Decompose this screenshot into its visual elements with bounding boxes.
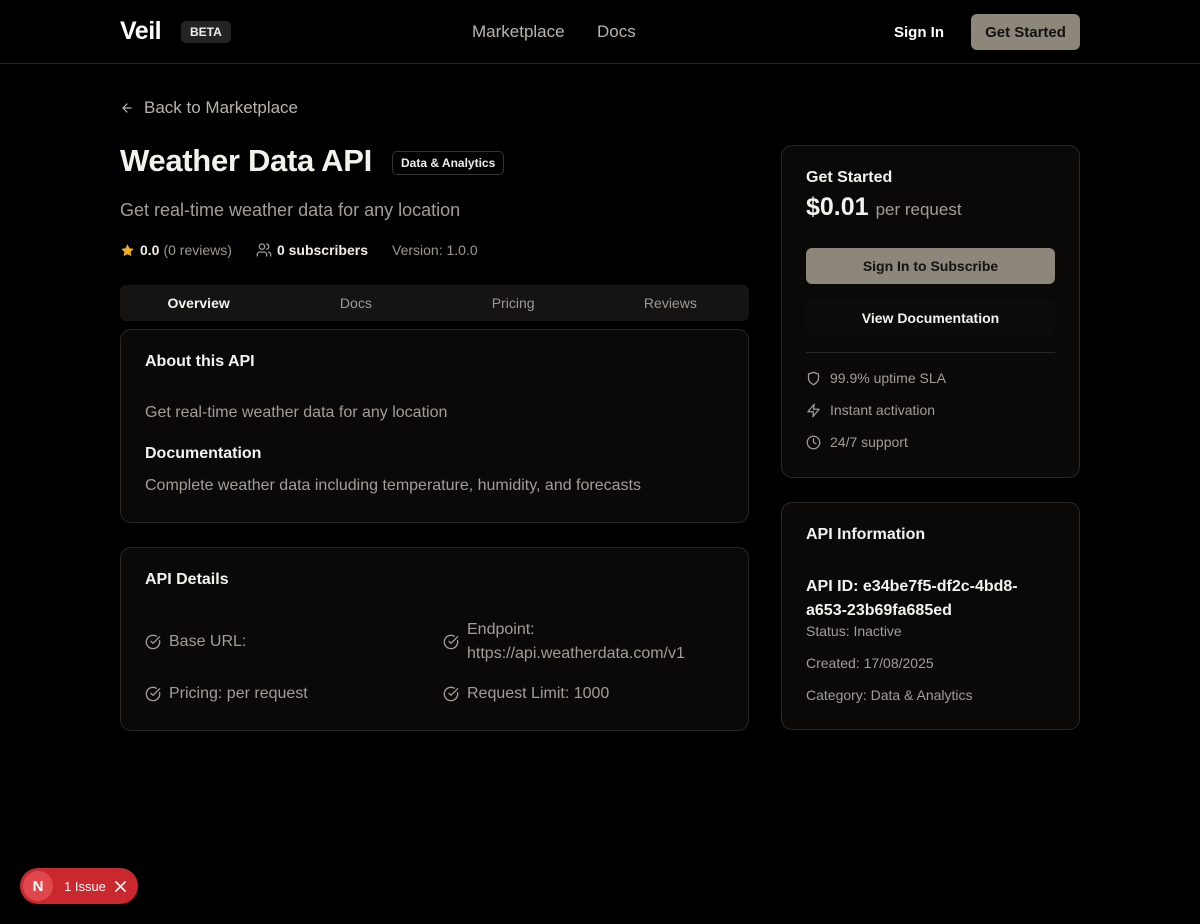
pricing-text: Pricing: per request <box>169 685 308 702</box>
feature-activation-label: Instant activation <box>830 402 936 418</box>
zap-icon <box>806 403 821 418</box>
back-link-label: Back to Marketplace <box>144 98 299 117</box>
sign-in-button[interactable]: Sign In <box>894 24 944 41</box>
base-url-label: Base URL: <box>169 633 247 650</box>
documentation-heading: Documentation <box>145 445 262 462</box>
feature-support: 24/7 support <box>806 434 908 450</box>
api-meta-row: 0.0 (0 reviews) 0 subscribers Version: 1… <box>120 242 478 258</box>
endpoint-url[interactable]: https://api.weatherdata.com/v1 <box>467 642 685 666</box>
arrow-left-icon <box>120 101 134 115</box>
shield-icon <box>806 371 821 386</box>
review-count: (0 reviews) <box>163 242 232 258</box>
detail-request-limit: Request Limit: 1000 <box>443 682 609 706</box>
about-title: About this API <box>145 353 255 370</box>
about-description: Get real-time weather data for any locat… <box>145 404 448 421</box>
check-circle-icon <box>145 634 161 654</box>
users-icon <box>256 242 272 258</box>
view-documentation-button[interactable]: View Documentation <box>806 300 1055 336</box>
tab-bar: Overview Docs Pricing Reviews <box>120 285 749 321</box>
api-details-title: API Details <box>145 571 229 588</box>
page-title: Weather Data API <box>120 143 372 178</box>
api-id-line-1: API ID: e34be7f5-df2c-4bd8- <box>806 578 1018 595</box>
get-started-button[interactable]: Get Started <box>971 14 1080 50</box>
category-badge: Data & Analytics <box>392 151 505 175</box>
close-icon[interactable] <box>115 880 126 892</box>
endpoint-label: Endpoint: <box>467 621 535 638</box>
about-card: About this API Get real-time weather dat… <box>120 329 749 523</box>
tab-docs[interactable]: Docs <box>277 285 434 321</box>
api-information-title: API Information <box>806 526 926 543</box>
back-to-marketplace-link[interactable]: Back to Marketplace <box>120 98 298 118</box>
feature-uptime: 99.9% uptime SLA <box>806 370 946 386</box>
detail-pricing: Pricing: per request <box>145 682 308 706</box>
api-created: Created: 17/08/2025 <box>806 655 934 671</box>
api-category: Category: Data & Analytics <box>806 687 973 703</box>
detail-base-url: Base URL: <box>145 630 246 654</box>
api-status: Status: Inactive <box>806 623 902 639</box>
issue-count: 1 Issue <box>64 878 106 894</box>
sign-in-to-subscribe-button[interactable]: Sign In to Subscribe <box>806 248 1055 284</box>
nav-docs[interactable]: Docs <box>597 22 636 42</box>
api-id: API ID: e34be7f5-df2c-4bd8- a653-23b69fa… <box>806 575 1018 623</box>
issue-avatar: N <box>23 871 53 901</box>
subscriber-count: 0 subscribers <box>276 242 368 258</box>
rating-value: 0.0 <box>140 242 160 258</box>
detail-endpoint: Endpoint: https://api.weatherdata.com/v1 <box>443 618 685 666</box>
logo[interactable]: Veil <box>120 17 162 46</box>
price-display: $0.01 per request <box>806 193 962 222</box>
request-limit-text: Request Limit: 1000 <box>467 685 610 702</box>
check-circle-icon <box>443 634 459 666</box>
clock-icon <box>806 435 821 450</box>
feature-uptime-label: 99.9% uptime SLA <box>830 370 946 386</box>
feature-activation: Instant activation <box>806 402 935 418</box>
price-amount: $0.01 <box>806 193 869 221</box>
tab-pricing[interactable]: Pricing <box>435 285 592 321</box>
nav-marketplace[interactable]: Marketplace <box>472 22 565 42</box>
star-icon <box>120 243 135 258</box>
divider <box>806 352 1055 353</box>
version-label: Version: 1.0.0 <box>392 242 478 258</box>
issues-indicator[interactable]: N 1 Issue <box>20 868 138 904</box>
beta-badge: BETA <box>181 21 231 43</box>
documentation-text: Complete weather data including temperat… <box>145 477 641 494</box>
api-id-line-2: a653-23b69fa685ed <box>806 602 952 619</box>
tab-reviews[interactable]: Reviews <box>592 285 749 321</box>
api-details-card: API Details Base URL: Endpoint: https://… <box>120 547 749 731</box>
tab-overview[interactable]: Overview <box>120 285 277 321</box>
top-navbar: Veil BETA Marketplace Docs Sign In Get S… <box>0 0 1200 64</box>
page-subtitle: Get real-time weather data for any locat… <box>120 200 461 220</box>
check-circle-icon <box>443 686 459 706</box>
feature-support-label: 24/7 support <box>830 434 908 450</box>
price-unit: per request <box>875 200 962 219</box>
check-circle-icon <box>145 686 161 706</box>
pricing-card-title: Get Started <box>806 169 893 186</box>
